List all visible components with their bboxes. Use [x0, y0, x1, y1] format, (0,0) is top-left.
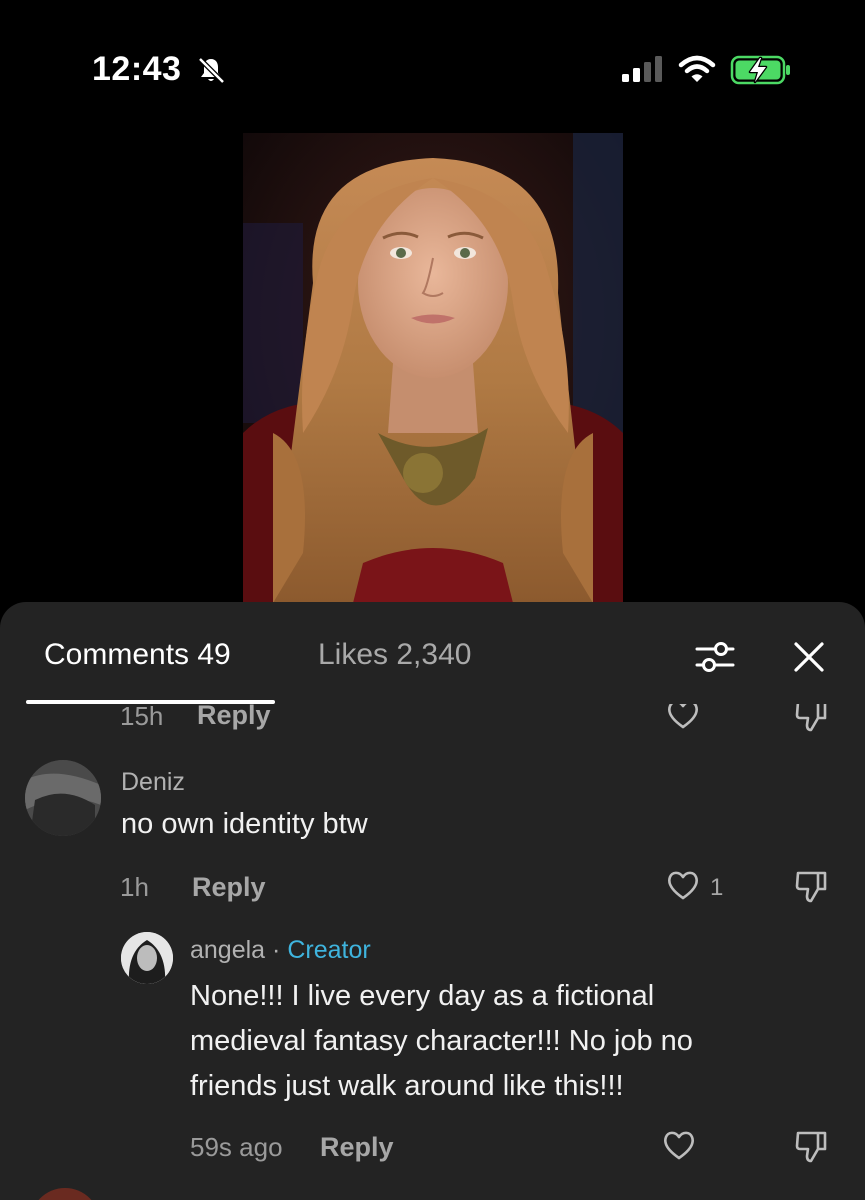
close-icon[interactable] — [790, 638, 828, 676]
avatar-image — [25, 760, 101, 836]
comment-text: no own identity btw — [121, 808, 368, 840]
reply-username-line: angela · Creator — [190, 936, 371, 965]
sliders-icon[interactable] — [694, 636, 736, 678]
status-bar: 12:43 — [0, 0, 865, 130]
comment-list: 15h Reply Deniz no own identity btw 1h R… — [0, 704, 865, 1200]
thumbs-down-icon[interactable] — [794, 869, 830, 903]
heart-outline-icon[interactable] — [666, 704, 700, 730]
reply-text-line-3: friends just walk around like this!!! — [190, 1070, 624, 1102]
avatar[interactable] — [25, 760, 101, 836]
avatar[interactable] — [121, 932, 173, 984]
heart-outline-icon[interactable] — [666, 869, 700, 901]
video-frame — [243, 133, 623, 603]
creator-badge: Creator — [287, 936, 371, 964]
reply-text-line-1: None!!! I live every day as a fictional — [190, 980, 655, 1012]
separator-dot: · — [272, 936, 281, 964]
status-time: 12:43 — [92, 50, 182, 88]
reply-button[interactable]: Reply — [320, 1132, 394, 1163]
like-count: 1 — [710, 874, 724, 901]
thumbs-down-icon[interactable] — [794, 1129, 830, 1163]
reply-button[interactable]: Reply — [197, 704, 271, 731]
reply-time: 59s ago — [190, 1132, 283, 1162]
tab-comments[interactable]: Comments 49 — [44, 638, 231, 672]
video-player[interactable] — [243, 133, 623, 603]
wifi-icon — [678, 55, 716, 82]
avatar[interactable] — [30, 1188, 100, 1200]
reply-username[interactable]: angela — [190, 936, 265, 964]
battery-charging-icon — [730, 55, 790, 85]
reply-button[interactable]: Reply — [192, 872, 266, 903]
sheet-tabs: Comments 49 Likes 2,340 — [0, 602, 865, 704]
cellular-signal-icon — [622, 56, 662, 82]
comment-time: 15h — [120, 704, 164, 731]
comment-username[interactable]: Deniz — [121, 768, 185, 797]
comment-time: 1h — [120, 872, 149, 902]
comments-sheet: Comments 49 Likes 2,340 15h Reply Deniz … — [0, 602, 865, 1200]
tab-likes[interactable]: Likes 2,340 — [318, 638, 471, 672]
avatar-image — [121, 932, 173, 984]
reply-text-line-2: medieval fantasy character!!! No job no — [190, 1025, 693, 1057]
bell-slash-icon — [198, 57, 225, 84]
heart-outline-icon[interactable] — [662, 1129, 696, 1161]
thumbs-down-icon[interactable] — [794, 704, 830, 732]
